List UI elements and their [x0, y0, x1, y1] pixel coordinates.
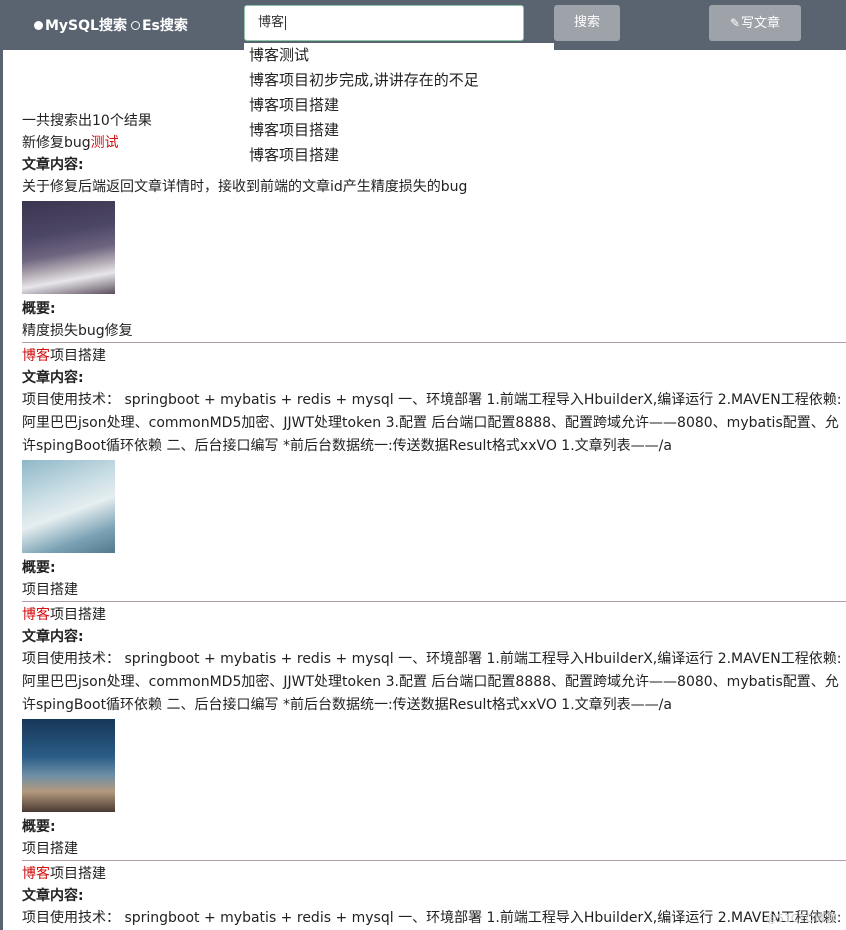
result-summary: 项目搭建	[22, 841, 78, 857]
suggestion-item[interactable]: 博客项目搭建	[244, 143, 554, 168]
content-label: 文章内容:	[22, 888, 84, 904]
title-text: 项目搭建	[50, 348, 106, 364]
result-content: 项目使用技术： springboot + mybatis + redis + m…	[22, 392, 842, 454]
result-thumbnail	[22, 201, 115, 294]
write-article-label: 写文章	[741, 16, 781, 31]
title-highlight: 博客	[22, 607, 50, 623]
result-thumbnail	[22, 719, 115, 812]
title-highlight: 博客	[22, 348, 50, 364]
result-item: 博客项目搭建 文章内容: 项目使用技术： springboot + mybati…	[22, 860, 846, 930]
summary-label: 概要:	[22, 819, 56, 835]
search-button[interactable]: 搜索	[554, 5, 620, 41]
es-radio-label[interactable]: Es搜索	[142, 15, 188, 35]
result-content: 项目使用技术： springboot + mybatis + redis + m…	[22, 910, 842, 926]
result-summary: 项目搭建	[22, 582, 78, 598]
text-caret	[285, 15, 287, 30]
suggestion-item[interactable]: 博客项目初步完成,讲讲存在的不足	[244, 68, 554, 93]
es-radio[interactable]	[130, 20, 140, 30]
mysql-radio[interactable]	[34, 20, 43, 30]
content-label: 文章内容:	[22, 370, 84, 386]
title-text: 项目搭建	[50, 866, 106, 882]
left-edge	[0, 0, 3, 930]
title-highlight: 测试	[90, 135, 119, 151]
search-input-value: 博客	[258, 15, 285, 30]
suggestion-item[interactable]: 博客项目搭建	[244, 118, 554, 143]
result-content: 关于修复后端返回文章详情时，接收到前端的文章id产生精度损失的bug	[22, 179, 468, 195]
pencil-icon: ✎	[729, 16, 741, 30]
result-content: 项目使用技术： springboot + mybatis + redis + m…	[22, 651, 842, 713]
result-summary: 精度损失bug修复	[22, 323, 133, 339]
search-input[interactable]: 博客	[244, 5, 524, 41]
summary-label: 概要:	[22, 560, 56, 576]
title-text: 新修复bug	[22, 135, 91, 151]
result-title[interactable]: 博客项目搭建	[22, 863, 846, 885]
mysql-radio-label[interactable]: MySQL搜索	[45, 15, 127, 35]
search-mode-group: MySQL搜索 Es搜索	[34, 15, 192, 35]
suggestion-item[interactable]: 博客测试	[244, 43, 554, 68]
result-title[interactable]: 博客项目搭建	[22, 345, 846, 367]
suggestion-item[interactable]: 博客项目搭建	[244, 93, 554, 118]
write-article-button[interactable]: ✎写文章	[709, 5, 801, 41]
result-item: 博客项目搭建 文章内容: 项目使用技术： springboot + mybati…	[22, 601, 846, 860]
summary-label: 概要:	[22, 301, 56, 317]
search-suggestions-dropdown: 博客测试 博客项目初步完成,讲讲存在的不足 博客项目搭建 博客项目搭建 博客项目…	[244, 43, 554, 165]
title-highlight: 博客	[22, 866, 50, 882]
result-item: 博客项目搭建 文章内容: 项目使用技术： springboot + mybati…	[22, 342, 846, 601]
title-text: 项目搭建	[50, 607, 106, 623]
results-area: 一共搜索出10个结果 新修复bug测试 文章内容: 关于修复后端返回文章详情时，…	[22, 110, 846, 930]
content-label: 文章内容:	[22, 629, 84, 645]
result-thumbnail	[22, 460, 115, 553]
watermark: @51CTO博客	[765, 912, 836, 925]
result-title[interactable]: 博客项目搭建	[22, 604, 846, 626]
